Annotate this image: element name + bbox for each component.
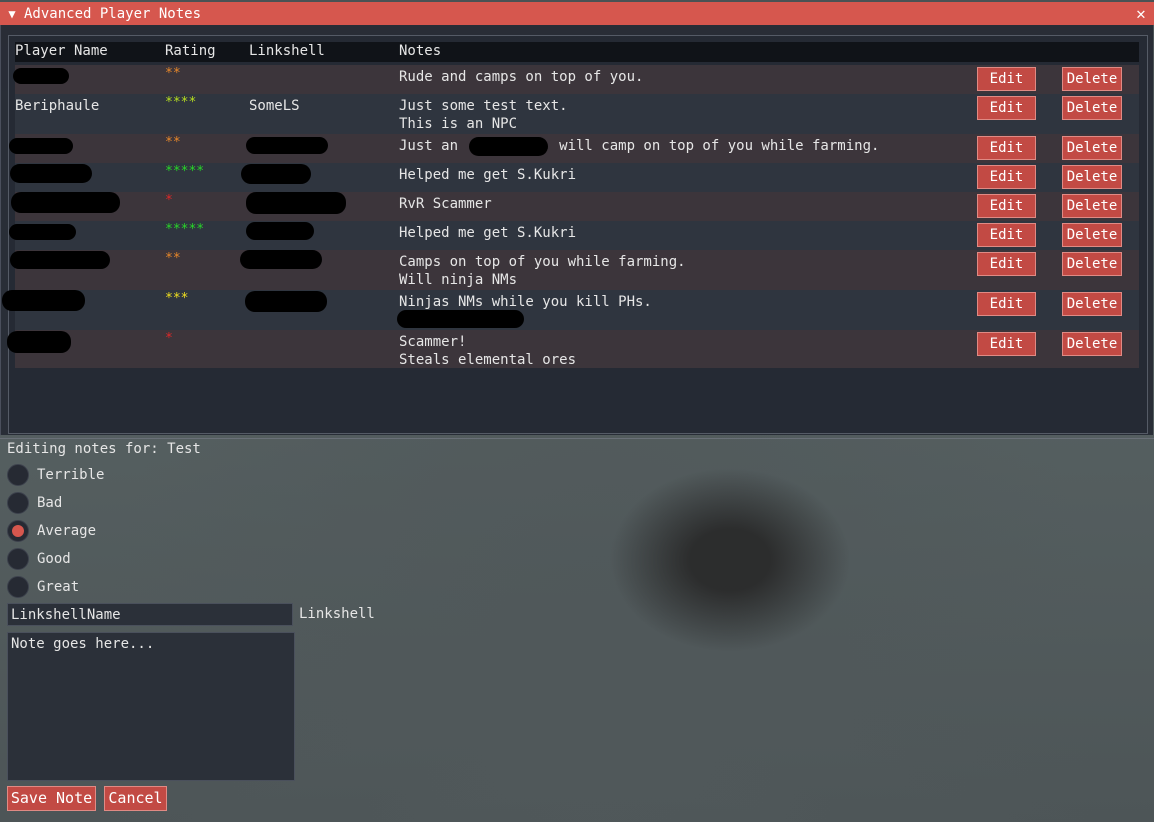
redaction-mark [9, 138, 73, 154]
table-row: * Scammer! Steals elemental ores Edit Delet… [7, 330, 1139, 368]
edit-button[interactable]: Edit [977, 136, 1036, 160]
player-note: Scammer! Steals elemental ores [399, 334, 577, 368]
header-notes: Notes [399, 43, 442, 59]
redaction-mark [2, 290, 85, 311]
section-divider [0, 438, 1154, 439]
rating-option-bad[interactable]: Bad [7, 491, 62, 515]
delete-button[interactable]: Delete [1062, 194, 1122, 218]
rating-stars: ** [165, 251, 181, 266]
redaction-mark [9, 224, 76, 240]
player-note: Helped me get S.Kukri [399, 225, 577, 241]
rating-option-label: Good [37, 551, 71, 567]
delete-button[interactable]: Delete [1062, 96, 1122, 120]
rating-option-average[interactable]: Average [7, 519, 96, 543]
edit-button[interactable]: Edit [977, 223, 1036, 247]
redaction-mark [10, 164, 92, 183]
player-name: Beriphaule [15, 98, 100, 114]
delete-button[interactable]: Delete [1062, 67, 1122, 91]
radio-button[interactable] [7, 464, 29, 486]
delete-button[interactable]: Delete [1062, 223, 1122, 247]
radio-button[interactable] [7, 576, 29, 598]
player-note: Just some test text. This is an NPC [399, 98, 568, 132]
redaction-mark [13, 68, 69, 84]
edit-button[interactable]: Edit [977, 332, 1036, 356]
redaction-mark [246, 137, 328, 154]
table-header: Player Name Rating Linkshell Notes [15, 42, 1139, 62]
redaction-mark [11, 192, 120, 213]
delete-button[interactable]: Delete [1062, 332, 1122, 356]
rating-stars: ***** [165, 164, 205, 179]
table-row: ***** Helped me get S.Kukri Edit Delete [10, 163, 1139, 192]
delete-button[interactable]: Delete [1062, 292, 1122, 316]
player-note: Ninjas NMs while you kill PHs. [399, 294, 652, 310]
table-row: Beriphaule **** SomeLS Just some test text.… [15, 94, 1139, 134]
window-titlebar[interactable]: ▼ Advanced Player Notes ✕ [0, 2, 1154, 25]
delete-button[interactable]: Delete [1062, 136, 1122, 160]
rating-option-great[interactable]: Great [7, 575, 79, 599]
rating-stars: * [165, 193, 173, 208]
rating-stars: ** [165, 135, 181, 150]
header-linkshell: Linkshell [249, 43, 325, 59]
rating-option-label: Average [37, 523, 97, 539]
redaction-mark [246, 192, 346, 214]
rating-stars: **** [165, 95, 197, 110]
edit-button[interactable]: Edit [977, 165, 1036, 189]
player-note: Rude and camps on top of you. [399, 69, 644, 85]
player-note: Helped me get S.Kukri [399, 167, 577, 183]
redaction-mark [241, 164, 311, 184]
linkshell-field-label: Linkshell [299, 606, 375, 622]
cancel-button[interactable]: Cancel [104, 786, 167, 811]
editing-notes-label: Editing notes for: Test [7, 441, 201, 457]
rating-stars: * [165, 331, 173, 346]
edit-button[interactable]: Edit [977, 292, 1036, 316]
radio-button[interactable] [7, 492, 29, 514]
redaction-mark [397, 310, 524, 328]
linkshell-input[interactable] [7, 603, 293, 626]
player-note: RvR Scammer [399, 196, 492, 212]
rating-option-terrible[interactable]: Terrible [7, 463, 104, 487]
redaction-mark [245, 291, 327, 312]
table-row: *** Ninjas NMs while you kill PHs. Edit Del… [2, 290, 1139, 330]
rating-stars: ***** [165, 222, 205, 237]
rating-option-good[interactable]: Good [7, 547, 71, 571]
player-note: Camps on top of you while farming. Will … [399, 254, 686, 288]
table-row: ** Rude and camps on top of you. Edit Delet… [13, 65, 1139, 94]
window-title: Advanced Player Notes [24, 5, 202, 22]
rating-option-label: Terrible [37, 467, 105, 483]
radio-button[interactable] [7, 520, 29, 542]
delete-button[interactable]: Delete [1062, 252, 1122, 276]
redaction-mark [240, 250, 322, 269]
close-icon[interactable]: ✕ [1128, 4, 1154, 23]
table-row: ***** Helped me get S.Kukri Edit Delete [9, 221, 1139, 250]
edit-button[interactable]: Edit [977, 194, 1036, 218]
rating-option-label: Great [37, 579, 80, 595]
save-note-button[interactable]: Save Note [7, 786, 96, 811]
redaction-mark [10, 251, 110, 269]
collapse-triangle-icon[interactable]: ▼ [0, 7, 24, 21]
header-player-name: Player Name [15, 43, 108, 59]
header-rating: Rating [165, 43, 216, 59]
rating-stars: ** [165, 66, 181, 81]
edit-button[interactable]: Edit [977, 67, 1036, 91]
edit-button[interactable]: Edit [977, 96, 1036, 120]
redaction-mark [7, 331, 71, 353]
radio-selected-dot [12, 525, 24, 537]
rating-option-label: Bad [37, 495, 63, 511]
radio-button[interactable] [7, 548, 29, 570]
delete-button[interactable]: Delete [1062, 165, 1122, 189]
table-row: ** Just an , will camp on top of you whil… [9, 134, 1139, 163]
edit-button[interactable]: Edit [977, 252, 1036, 276]
redaction-mark [469, 137, 548, 156]
note-textarea[interactable]: Note goes here... [7, 632, 295, 781]
table-row: ** Camps on top of you while farming. Wil… [10, 250, 1139, 290]
table-row: * RvR Scammer Edit Delete [11, 192, 1139, 221]
redaction-mark [246, 222, 314, 240]
rating-stars: *** [165, 291, 189, 306]
linkshell-name: SomeLS [249, 98, 300, 114]
